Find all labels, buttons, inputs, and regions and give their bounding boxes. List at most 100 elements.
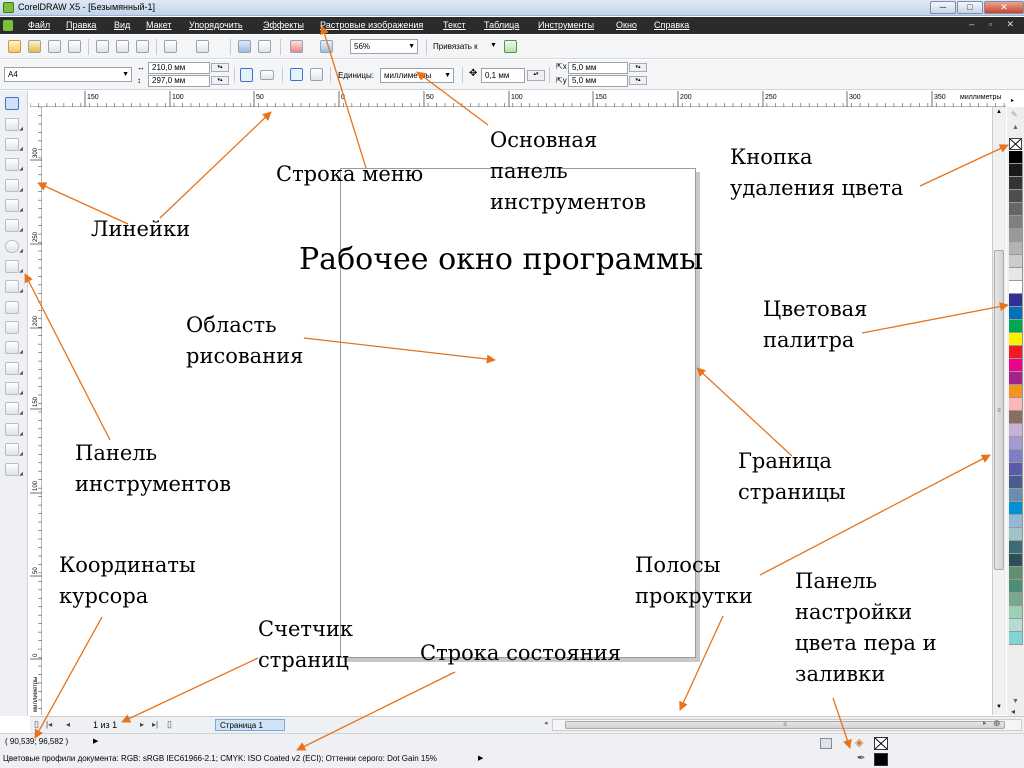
menu-arrange[interactable]: Упорядочить (189, 20, 243, 30)
scroll-up-arrow-icon[interactable]: ▲ (996, 109, 1002, 115)
snap-dropdown-icon[interactable]: ▼ (490, 42, 497, 49)
pick-tool-icon[interactable] (5, 97, 19, 110)
palette-swatch[interactable] (1009, 528, 1023, 541)
units-combo[interactable]: миллиметры ▼ (380, 68, 454, 83)
horizontal-scrollbar[interactable]: ≡ (552, 719, 1022, 731)
maximize-button[interactable]: □ (957, 1, 983, 14)
palette-swatch[interactable] (1009, 164, 1023, 177)
print-icon[interactable] (68, 40, 81, 53)
menu-bitmaps[interactable]: Растровые изображения (320, 20, 423, 30)
palette-swatch[interactable] (1009, 567, 1023, 580)
palette-swatch[interactable] (1009, 294, 1023, 307)
zoom-tool-icon[interactable]: ◢ (5, 158, 23, 172)
first-page-icon[interactable]: |◂ (46, 720, 52, 729)
menu-edit[interactable]: Правка (66, 20, 96, 30)
palette-swatch[interactable] (1009, 489, 1023, 502)
paste-icon[interactable] (136, 40, 149, 53)
menu-view[interactable]: Вид (114, 20, 130, 30)
dimension-tool-icon[interactable]: ◢ (5, 341, 23, 355)
palette-swatch[interactable] (1009, 216, 1023, 229)
crop-tool-icon[interactable]: ◢ (5, 138, 23, 152)
menu-effects[interactable]: Эффекты (263, 20, 304, 30)
palette-swatch[interactable] (1009, 437, 1023, 450)
open-folder-icon[interactable] (28, 40, 41, 53)
basic-shapes-tool-icon[interactable]: ◢ (5, 280, 23, 294)
polygon-tool-icon[interactable]: ◢ (5, 260, 23, 274)
mdi-window-controls[interactable]: – ▫ ✕ (969, 19, 1020, 30)
horizontal-scroll-thumb[interactable]: ≡ (565, 721, 1005, 729)
table-tool-icon[interactable] (5, 321, 19, 334)
nudge-spinner[interactable]: ▴▾ (527, 70, 545, 81)
scroll-right-arrow-icon[interactable]: ▸ (983, 719, 987, 727)
cut-icon[interactable] (96, 40, 109, 53)
palette-swatch[interactable] (1009, 476, 1023, 489)
fill-color-none-swatch[interactable] (874, 737, 888, 750)
page-options-icon[interactable]: ▯ (34, 719, 39, 730)
coords-expand-icon[interactable]: ▶ (93, 737, 98, 745)
redo-icon[interactable] (196, 40, 209, 53)
current-page-icon[interactable] (310, 68, 323, 81)
profiles-expand-icon[interactable]: ▶ (478, 754, 483, 762)
blend-tool-icon[interactable]: ◢ (5, 382, 23, 396)
copy-icon[interactable] (116, 40, 129, 53)
palette-swatch[interactable] (1009, 450, 1023, 463)
menu-table[interactable]: Таблица (484, 20, 519, 30)
welcome-screen-icon[interactable] (320, 40, 333, 53)
add-page-icon[interactable]: ▯ (167, 719, 172, 730)
portrait-orientation-icon[interactable] (240, 68, 253, 82)
palette-swatch[interactable] (1009, 346, 1023, 359)
palette-swatch[interactable] (1009, 411, 1023, 424)
palette-swatch[interactable] (1009, 424, 1023, 437)
save-icon[interactable] (48, 40, 61, 53)
all-pages-icon[interactable] (290, 68, 303, 81)
palette-swatch[interactable] (1009, 398, 1023, 411)
document-info-icon[interactable] (820, 738, 832, 749)
duplicate-y-spinner[interactable]: ▾▴ (629, 76, 647, 85)
close-button[interactable]: ✕ (984, 1, 1024, 14)
palette-scroll-up-arrow-icon[interactable]: ▲ (1012, 124, 1019, 131)
navigator-icon[interactable]: ⊕ (993, 718, 1001, 729)
fill-tool-icon[interactable]: ◢ (5, 443, 23, 457)
palette-swatch[interactable] (1009, 632, 1023, 645)
duplicate-x-spinner[interactable]: ▾▴ (629, 63, 647, 72)
outline-pen-tool-icon[interactable]: ◢ (5, 423, 23, 437)
connector-tool-icon[interactable]: ◢ (5, 362, 23, 376)
palette-swatch[interactable] (1009, 606, 1023, 619)
menu-layout[interactable]: Макет (146, 20, 171, 30)
menu-tools[interactable]: Инструменты (538, 20, 594, 30)
undo-icon[interactable] (164, 40, 177, 53)
palette-scroll-up-icon[interactable]: ▸ (1011, 97, 1014, 104)
ellipse-tool-icon[interactable]: ◢ (5, 240, 23, 254)
zoom-level-combo[interactable]: 56% ▼ (350, 39, 418, 54)
text-tool-icon[interactable] (5, 301, 19, 314)
palette-swatch[interactable] (1009, 255, 1023, 268)
palette-swatch[interactable] (1009, 502, 1023, 515)
palette-swatch[interactable] (1009, 463, 1023, 476)
height-spinner[interactable]: ▾▴ (211, 76, 229, 85)
palette-scroll-down-arrow-icon[interactable]: ▼ (1012, 698, 1019, 705)
menu-file[interactable]: Файл (28, 20, 50, 30)
smart-fill-tool-icon[interactable]: ◢ (5, 199, 23, 213)
next-page-icon[interactable]: ▸ (140, 720, 144, 729)
app-icon[interactable] (3, 2, 14, 13)
menu-text[interactable]: Текст (443, 20, 466, 30)
palette-swatch[interactable] (1009, 619, 1023, 632)
color-profiles-text[interactable]: Цветовые профили документа: RGB: sRGB IE… (3, 754, 437, 763)
vertical-scroll-thumb[interactable]: ≡ (994, 250, 1004, 570)
paper-size-combo[interactable]: A4 ▼ (4, 67, 132, 82)
palette-swatch[interactable] (1009, 190, 1023, 203)
page-width-field[interactable]: 210,0 мм (148, 62, 210, 74)
palette-expand-icon[interactable]: ◂ (1011, 707, 1015, 716)
landscape-orientation-icon[interactable] (260, 70, 274, 80)
scroll-down-arrow-icon[interactable]: ▼ (996, 704, 1002, 710)
outline-color-swatch[interactable] (874, 753, 888, 766)
scroll-left-arrow-icon[interactable]: ◂ (544, 719, 548, 727)
new-document-icon[interactable] (8, 40, 21, 53)
palette-swatch[interactable] (1009, 320, 1023, 333)
freehand-tool-icon[interactable]: ◢ (5, 179, 23, 193)
interactive-fill-tool-icon[interactable]: ◢ (5, 463, 23, 477)
duplicate-distance-y-field[interactable]: 5,0 мм (568, 75, 628, 87)
palette-swatch[interactable] (1009, 541, 1023, 554)
palette-swatch[interactable] (1009, 307, 1023, 320)
eyedropper-tool-icon[interactable]: ◢ (5, 402, 23, 416)
